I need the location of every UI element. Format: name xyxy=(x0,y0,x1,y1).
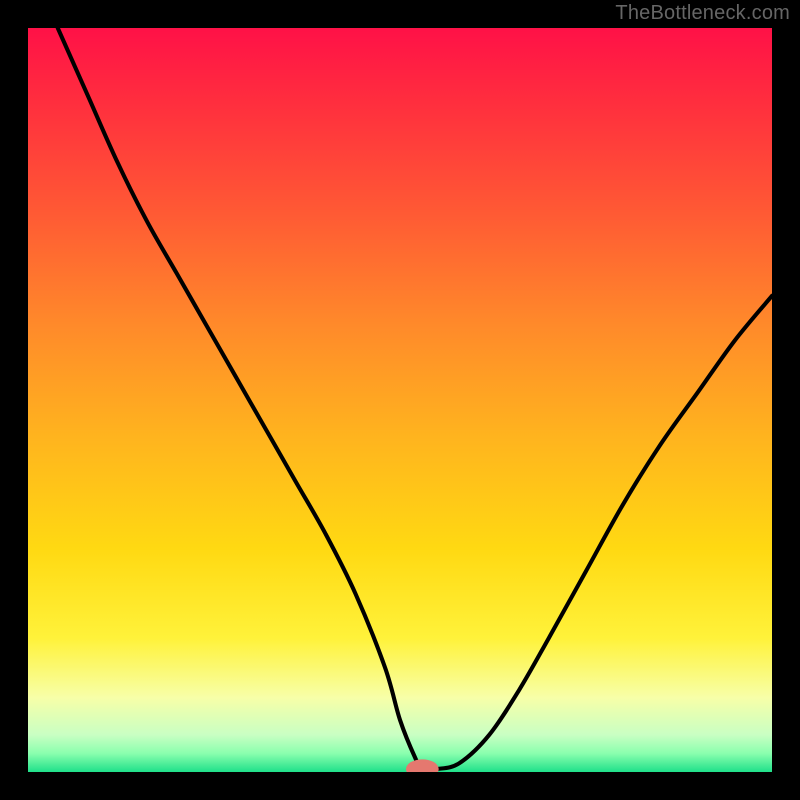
chart-stage: TheBottleneck.com xyxy=(0,0,800,800)
bottleneck-chart xyxy=(28,28,772,772)
gradient-background xyxy=(28,28,772,772)
watermark-text: TheBottleneck.com xyxy=(615,2,790,25)
